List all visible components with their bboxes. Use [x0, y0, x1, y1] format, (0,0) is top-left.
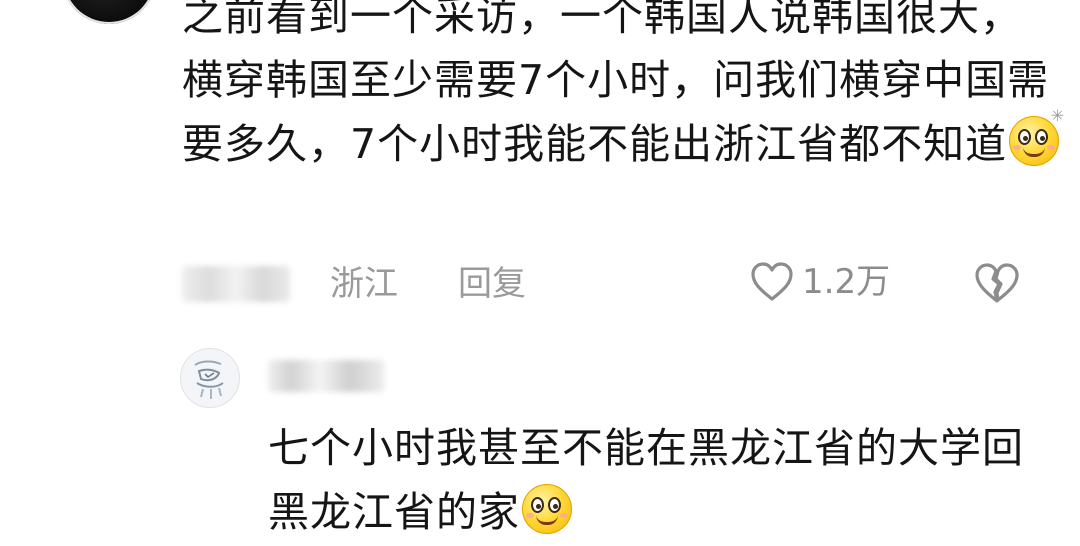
comment-text: 之前看到一个采访，一个韩国人说韩国很大，横穿韩国至少需要7个小时，问我们横穿中国…: [182, 0, 1050, 168]
location-label: 浙江: [330, 264, 398, 304]
blurred-replier-name: [268, 360, 384, 392]
comment-thread: 之前看到一个采访，一个韩国人说韩国很大，横穿韩国至少需要7个小时，问我们横穿中国…: [0, 0, 1080, 546]
dislike-button[interactable]: [974, 262, 1020, 308]
reply-body: 七个小时我甚至不能在黑龙江省的大学回黑龙江省的家: [268, 416, 1058, 544]
comment-body: 之前看到一个采访，一个韩国人说韩国很大，横穿韩国至少需要7个小时，问我们横穿中国…: [182, 0, 1064, 176]
comment-meta-row: 浙江 回复 1.2万: [182, 258, 1042, 312]
commenter-avatar[interactable]: [62, 0, 156, 24]
broken-heart-icon: [975, 263, 1019, 303]
smirk-emoji-icon: ✳: [1009, 108, 1064, 166]
heart-icon: [751, 262, 793, 301]
like-count: 1.2万: [802, 262, 891, 302]
smile-emoji-icon: [522, 484, 572, 534]
ink-sketch-avatar-icon: [182, 350, 238, 406]
reply-button[interactable]: 回复: [458, 264, 526, 304]
replier-avatar[interactable]: [180, 348, 240, 408]
blurred-timestamp: [182, 266, 290, 302]
like-button[interactable]: 1.2万: [750, 262, 890, 302]
reply-text: 七个小时我甚至不能在黑龙江省的大学回黑龙江省的家: [268, 424, 1024, 536]
